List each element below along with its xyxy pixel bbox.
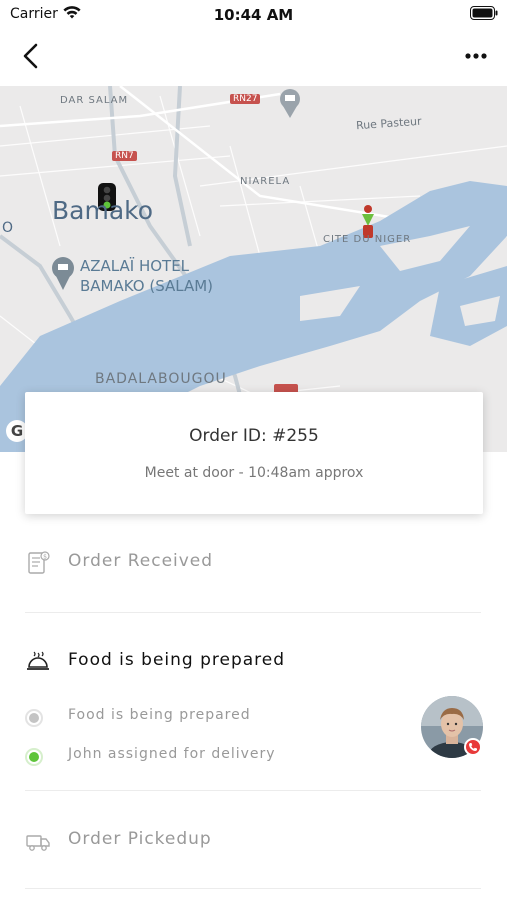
divider — [25, 612, 481, 613]
serving-dish-icon — [27, 651, 49, 670]
map-label-hotel-line2: BAMAKO (SALAM) — [80, 277, 214, 295]
order-eta: Meet at door - 10:48am approx — [144, 465, 364, 481]
map-label-hotel-line1: AZALAÏ HOTEL — [80, 257, 190, 275]
step-order-pickedup: Order Pickedup — [25, 826, 481, 856]
map-label-rn27: RN27 — [230, 94, 261, 104]
battery-icon — [470, 6, 498, 20]
map-label-cite-du-niger: CITE DU NIGER — [323, 234, 412, 245]
step-order-received-label: Order Received — [68, 551, 214, 571]
sub-step-john-assigned-label: John assigned for delivery — [68, 746, 276, 762]
step-food-preparing: Food is being prepared — [25, 647, 481, 677]
nav-bar — [0, 30, 507, 86]
chevron-left-icon — [23, 43, 38, 69]
back-button[interactable] — [16, 40, 48, 72]
more-options-button[interactable] — [461, 42, 493, 70]
receipt-icon: $ — [28, 551, 50, 574]
step-order-pickedup-label: Order Pickedup — [68, 829, 212, 849]
sub-step-food-preparing: Food is being prepared — [25, 705, 405, 729]
status-dot-current — [25, 748, 43, 766]
sub-step-john-assigned: John assigned for delivery — [25, 744, 405, 768]
step-order-received: $ Order Received — [25, 548, 481, 578]
phone-icon — [469, 743, 477, 751]
status-bar: Carrier 10:44 AM — [0, 0, 507, 30]
more-horizontal-icon — [465, 53, 487, 59]
divider — [25, 790, 481, 791]
sub-step-food-preparing-label: Food is being prepared — [68, 707, 251, 723]
delivery-truck-icon — [26, 835, 50, 851]
status-time: 10:44 AM — [213, 6, 294, 24]
order-card: Order ID: #255 Meet at door - 10:48am ap… — [25, 392, 483, 514]
courier-avatar[interactable] — [421, 696, 483, 758]
call-button[interactable] — [464, 738, 482, 756]
map-label-bamako: Bamako — [52, 196, 154, 225]
map-label-badalabougou: BADALABOUGOU — [95, 371, 227, 387]
map-label-dar-salam: DAR SALAM — [60, 95, 129, 106]
status-dot-done — [25, 709, 43, 727]
map-label-edge: O — [2, 220, 15, 236]
map-label-rn7: RN7 — [112, 151, 137, 161]
svg-text:$: $ — [43, 554, 47, 561]
divider — [25, 888, 481, 889]
order-id: Order ID: #255 — [189, 426, 319, 446]
map-label-niarela: NIARELA — [240, 176, 291, 187]
step-food-preparing-label: Food is being prepared — [68, 650, 286, 670]
hotel-pin-icon — [52, 257, 74, 290]
